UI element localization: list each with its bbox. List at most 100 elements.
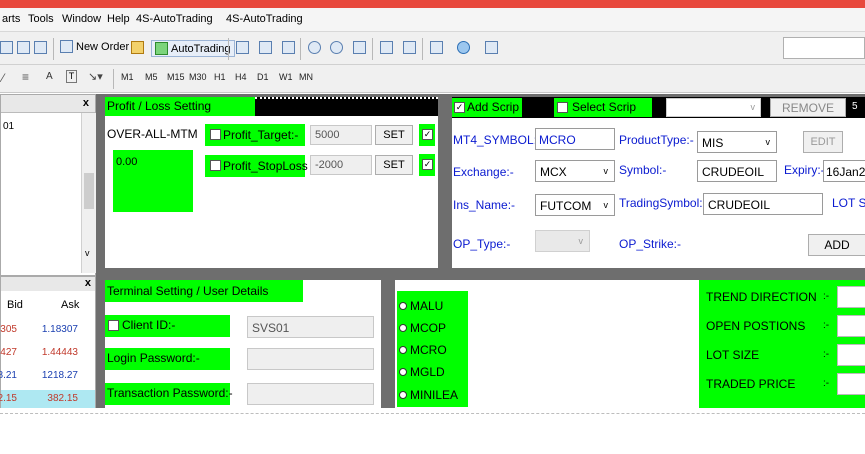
arrows-icon[interactable]: ↘▾ <box>88 70 103 83</box>
ask-column-header: Ask <box>61 299 80 311</box>
target-enable-checkbox[interactable]: ✓ <box>422 129 433 140</box>
zoom-out-icon[interactable] <box>330 41 343 54</box>
select-scrip-toggle[interactable]: Select Scrip <box>554 98 652 117</box>
chevron-down-icon: v <box>603 166 609 176</box>
radio-button[interactable] <box>399 368 407 376</box>
autoscroll-icon[interactable] <box>403 41 416 54</box>
toolbar-separator <box>300 38 301 60</box>
navigator-scrollbar[interactable]: v <box>81 113 96 273</box>
exchange-select[interactable]: MCX v <box>535 160 615 182</box>
market-watch-close-button[interactable]: x <box>85 277 91 289</box>
op-type-select[interactable]: v <box>535 230 590 252</box>
ask-cell: 1218.27 <box>41 370 78 381</box>
timeframe-m5[interactable]: M5 <box>145 72 158 82</box>
timeframe-w1[interactable]: W1 <box>279 72 293 82</box>
stat-value-field[interactable] <box>837 344 865 366</box>
zoom-in-icon[interactable] <box>308 41 321 54</box>
profit-target-input[interactable]: 5000 <box>310 125 372 145</box>
trading-symbol-input[interactable]: CRUDEOIL <box>703 193 823 215</box>
select-scrip-checkbox[interactable] <box>557 102 568 113</box>
set-target-button[interactable]: SET <box>375 125 413 145</box>
templates-icon[interactable] <box>485 41 498 54</box>
menu-autotrading-2[interactable]: 4S-AutoTrading <box>226 13 303 25</box>
edit-button[interactable]: EDIT <box>803 131 843 153</box>
timeframe-h1[interactable]: H1 <box>214 72 226 82</box>
profit-stoploss-input[interactable]: -2000 <box>310 155 372 175</box>
line-chart-icon[interactable] <box>282 41 295 54</box>
menu-tools[interactable]: Tools <box>28 13 54 25</box>
overall-mtm-box: 0.00 <box>113 150 193 212</box>
stat-value-field[interactable] <box>837 315 865 337</box>
timeframe-mn[interactable]: MN <box>299 72 313 82</box>
chart-shift-icon[interactable] <box>380 41 393 54</box>
indicators-icon[interactable] <box>430 41 443 54</box>
add-scrip-toggle[interactable]: ✓ Add Scrip <box>452 98 522 117</box>
stat-value-field[interactable] <box>837 373 865 395</box>
profit-target-checkbox[interactable] <box>210 129 221 140</box>
expiry-input[interactable]: 16Jan20 <box>823 160 865 182</box>
client-id-row[interactable]: Client ID:- <box>105 315 230 337</box>
tile-windows-icon[interactable] <box>353 41 366 54</box>
symbol-option-mcop[interactable]: MCOP <box>399 319 446 337</box>
table-row[interactable]: 8305 1.18307 <box>0 321 95 339</box>
timeframe-m30[interactable]: M30 <box>189 72 207 82</box>
menu-help[interactable]: Help <box>107 13 130 25</box>
menu-window[interactable]: Window <box>62 13 101 25</box>
radio-button[interactable] <box>399 346 407 354</box>
navigator-item[interactable]: 01 <box>3 121 14 132</box>
ins-name-select[interactable]: FUTCOM v <box>535 194 615 216</box>
symbol-option-mgld[interactable]: MGLD <box>399 363 445 381</box>
select-scrip-dropdown[interactable]: v <box>666 98 761 117</box>
overall-mtm-value: 0.00 <box>116 156 138 168</box>
radio-button[interactable] <box>399 302 407 310</box>
timeframe-m1[interactable]: M1 <box>121 72 134 82</box>
bar-chart-icon[interactable] <box>236 41 249 54</box>
periods-icon[interactable] <box>457 41 470 54</box>
remove-button[interactable]: REMOVE <box>770 98 846 117</box>
symbol-input[interactable]: CRUDEOIL <box>697 160 777 182</box>
new-order-button[interactable]: New Order <box>60 40 129 53</box>
stoploss-enable-checkbox[interactable]: ✓ <box>422 159 433 170</box>
client-id-input[interactable]: SVS01 <box>247 316 374 338</box>
profit-stoploss-checkbox[interactable] <box>210 160 221 171</box>
mt4-symbol-input[interactable]: MCRO <box>535 128 615 150</box>
table-row[interactable]: 32.15 382.15 <box>0 390 95 408</box>
scroll-down-icon[interactable]: v <box>85 248 90 258</box>
menu-bar: arts Tools Window Help 4S-AutoTrading 4S… <box>0 8 865 32</box>
timeframe-h4[interactable]: H4 <box>235 72 247 82</box>
symbol-option-minilea[interactable]: MINILEA <box>399 386 458 404</box>
symbol-option-malu[interactable]: MALU <box>399 297 443 315</box>
product-type-select[interactable]: MIS v <box>697 131 777 153</box>
text-label-icon[interactable]: T <box>66 70 77 83</box>
profiles-icon[interactable] <box>17 41 30 54</box>
symbol-option-mcro[interactable]: MCRO <box>399 341 447 359</box>
timeframe-m15[interactable]: M15 <box>167 72 185 82</box>
menu-autotrading-1[interactable]: 4S-AutoTrading <box>136 13 213 25</box>
add-button[interactable]: ADD <box>808 234 865 256</box>
login-password-input[interactable] <box>247 348 374 370</box>
search-input[interactable] <box>783 37 865 59</box>
market-watch-icon[interactable] <box>34 41 47 54</box>
table-row[interactable]: 4427 1.44443 <box>0 344 95 362</box>
scrollbar-thumb[interactable] <box>84 173 94 209</box>
add-scrip-checkbox[interactable]: ✓ <box>454 102 465 113</box>
radio-button[interactable] <box>399 391 407 399</box>
client-id-checkbox[interactable] <box>108 320 119 331</box>
set-stoploss-button[interactable]: SET <box>375 155 413 175</box>
candlestick-icon[interactable] <box>259 41 272 54</box>
profit-target-row[interactable]: Profit_Target:- <box>205 124 305 146</box>
navigator-close-button[interactable]: x <box>83 97 89 109</box>
expert-icon[interactable] <box>131 41 144 54</box>
trendline-icon[interactable]: ⁄ <box>2 71 4 85</box>
profit-stoploss-row[interactable]: Profit_StopLoss <box>205 155 308 177</box>
table-row[interactable]: 18.21 1218.27 <box>0 367 95 385</box>
transaction-password-input[interactable] <box>247 383 374 405</box>
autotrading-button[interactable]: AutoTrading <box>151 40 235 57</box>
text-tool-icon[interactable]: A <box>46 71 53 82</box>
horizontal-line-icon[interactable]: ≡ <box>22 70 29 84</box>
radio-button[interactable] <box>399 324 407 332</box>
stat-value-field[interactable] <box>837 286 865 308</box>
menu-charts[interactable]: arts <box>2 13 20 25</box>
new-chart-icon[interactable] <box>0 41 13 54</box>
timeframe-d1[interactable]: D1 <box>257 72 269 82</box>
